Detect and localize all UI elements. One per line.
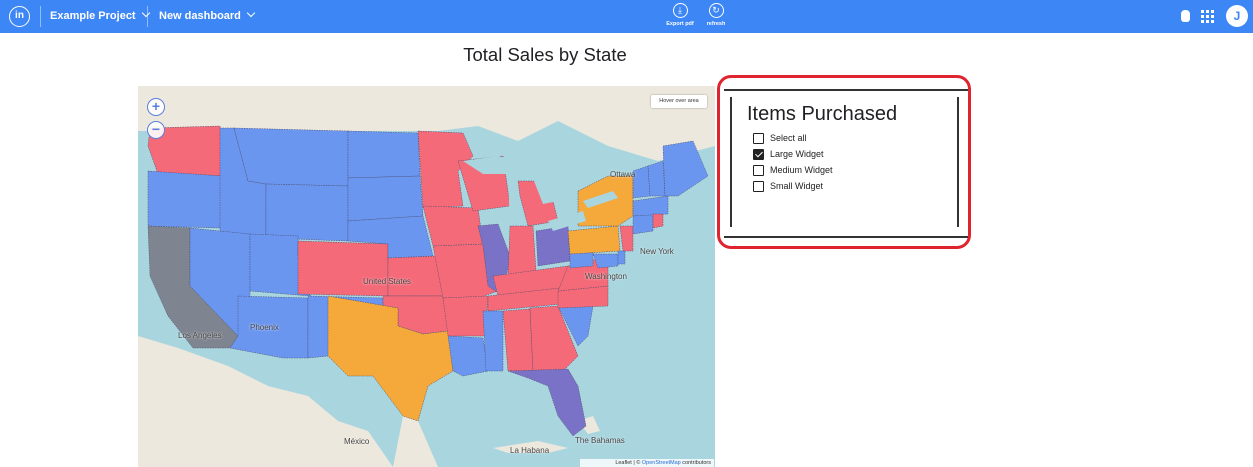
city-los-angeles: Los Angeles <box>178 331 222 340</box>
city-new-york: New York <box>640 247 674 256</box>
state-ia <box>422 205 484 247</box>
filter-title: Items Purchased <box>747 103 898 125</box>
zoom-out-button[interactable]: − <box>147 121 165 139</box>
state-oh <box>535 225 571 267</box>
apps-grid-icon[interactable] <box>1201 10 1214 23</box>
dashboard-dropdown[interactable]: New dashboard <box>159 8 256 22</box>
state-co <box>297 240 389 297</box>
country-bahamas: The Bahamas <box>575 436 625 445</box>
state-nh <box>647 160 666 197</box>
osm-link[interactable]: OpenStreetMap <box>642 460 681 466</box>
refresh-label: refresh <box>706 21 726 27</box>
state-fl <box>507 368 587 437</box>
city-ottawa: Ottawa <box>610 170 636 179</box>
app-logo[interactable]: in <box>9 6 30 27</box>
option-label: Large Widget <box>770 149 824 159</box>
attribution-suffix: contributors <box>680 460 711 466</box>
state-nj <box>619 225 634 252</box>
chevron-down-icon <box>246 8 256 18</box>
state-ks <box>387 255 444 297</box>
divider <box>40 6 41 27</box>
country-mexico: México <box>344 437 370 446</box>
project-label: Example Project <box>50 10 136 22</box>
country-united-states: United States <box>363 277 412 286</box>
export-pdf-label: Export pdf <box>666 21 694 27</box>
panel-border-left <box>730 97 732 227</box>
attribution-prefix: Leaflet | © <box>615 460 642 466</box>
sales-map[interactable] <box>138 86 715 467</box>
option-label: Small Widget <box>770 181 824 191</box>
refresh-button[interactable]: ↻ refresh <box>696 3 736 27</box>
checkbox[interactable] <box>753 181 764 192</box>
state-nd <box>347 130 421 179</box>
checkbox[interactable] <box>753 133 764 144</box>
city-phoenix: Phoenix <box>250 323 279 332</box>
project-dropdown[interactable]: Example Project <box>50 8 150 22</box>
panel-border-top <box>724 89 968 91</box>
panel-border-bottom <box>724 236 968 238</box>
bug-icon[interactable] <box>1181 10 1190 22</box>
divider <box>147 6 148 27</box>
land-mexico-east <box>393 416 438 467</box>
city-la-habana: La Habana <box>510 446 550 455</box>
state-ma <box>632 195 669 217</box>
state-sd <box>347 175 424 222</box>
state-or <box>147 170 224 229</box>
refresh-icon: ↻ <box>708 3 724 18</box>
page-title: Total Sales by State <box>463 44 627 65</box>
state-pa <box>567 225 621 255</box>
option-label: Medium Widget <box>770 165 833 175</box>
export-pdf-button[interactable]: ⤓ Export pdf <box>660 3 700 27</box>
filter-highlight-box <box>717 75 971 249</box>
dashboard-label: New dashboard <box>159 10 241 22</box>
state-in <box>507 225 537 277</box>
state-ri <box>652 213 664 229</box>
hover-info-box: Hover over area <box>651 95 707 108</box>
city-washington: Washington <box>585 272 627 281</box>
state-ar <box>442 295 489 337</box>
checkbox-checked[interactable] <box>753 149 764 160</box>
state-ms <box>482 310 504 372</box>
state-mt <box>233 127 349 187</box>
chevron-down-icon <box>141 8 150 18</box>
download-icon: ⤓ <box>672 3 688 18</box>
state-wy <box>265 183 349 242</box>
checkbox[interactable] <box>753 165 764 176</box>
state-ct <box>632 213 654 235</box>
avatar[interactable]: J <box>1226 5 1248 27</box>
map-attribution: Leaflet | © OpenStreetMap contributors <box>580 459 714 467</box>
state-vt <box>632 165 651 199</box>
map-canvas <box>138 86 715 467</box>
top-bar: in Example Project New dashboard ⤓ Expor… <box>0 0 1253 33</box>
state-la <box>447 335 489 377</box>
panel-border-right <box>957 97 959 227</box>
option-label: Select all <box>770 133 807 143</box>
state-al <box>502 308 534 372</box>
state-de <box>617 250 626 265</box>
zoom-in-button[interactable]: + <box>147 98 165 116</box>
